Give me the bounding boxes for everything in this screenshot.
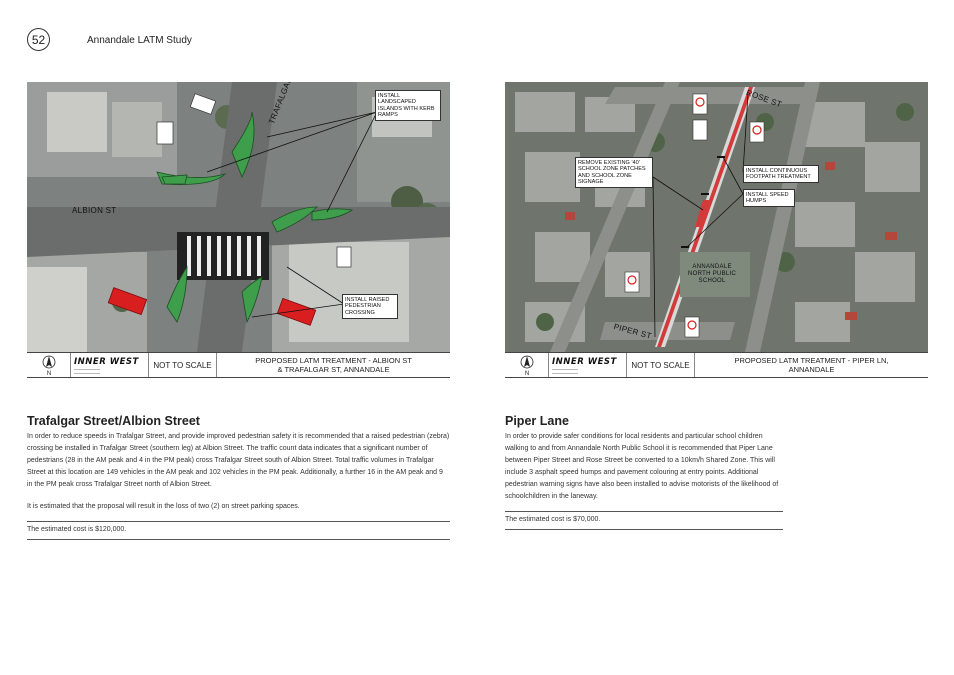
logo-brand-text: INNER WEST [552,356,617,367]
scale-label: NOT TO SCALE [149,353,217,377]
callout-landscaped-islands: INSTALL LANDSCAPED ISLANDS WITH KERB RAM… [375,90,441,122]
north-arrow-icon: N [520,355,533,376]
school-label: ANNANDALE NORTH PUBLIC SCHOOL [688,264,737,284]
callout-continuous-footpath: INSTALL CONTINUOUS FOOTPATH TREATMENT [743,165,819,184]
street-label-albion: ALBION ST [72,206,117,215]
north-label: N [46,371,50,376]
paragraph-trafalgar-2: It is estimated that the proposal will r… [27,503,300,510]
page-number: 52 [27,28,50,51]
document-title: Annandale LATM Study [87,35,192,46]
north-label: N [524,371,528,376]
albion-trafalgar-map: TRAFALGAR ST ALBION ST INSTALL LANDSCAPE… [27,82,450,352]
title-block-albion: N INNER WEST NOT TO SCALE PROPOSED LATM … [27,352,450,378]
scale-label: NOT TO SCALE [627,353,695,377]
left-panel: TRAFALGAR ST ALBION ST INSTALL LANDSCAPE… [27,82,450,540]
piper-lane-map-drawing [505,82,928,352]
cost-trafalgar: The estimated cost is $120,000. [27,521,450,540]
piper-lane-map: ROSE ST PIPER ST REMOVE EXISTING '40' SC… [505,82,928,352]
logo-underline [74,368,100,374]
north-arrow: N [27,353,71,377]
inner-west-logo: INNER WEST [549,353,627,377]
paragraph-piper-1: In order to provide safer conditions for… [505,433,779,500]
right-panel: ROSE ST PIPER ST REMOVE EXISTING '40' SC… [505,82,928,530]
inner-west-logo: INNER WEST [71,353,149,377]
paragraph-trafalgar-1: In order to reduce speeds in Trafalgar S… [27,433,450,488]
logo-brand-text: INNER WEST [74,356,139,367]
callout-raised-crossing: INSTALL RAISED PEDESTRIAN CROSSING [342,294,398,319]
cost-piper: The estimated cost is $70,000. [505,511,783,530]
logo-underline [552,368,578,374]
section-heading-trafalgar-albion: Trafalgar Street/Albion Street [27,414,200,428]
callout-remove-school-zone: REMOVE EXISTING '40' SCHOOL ZONE PATCHES… [575,157,653,189]
title-block-piper: N INNER WEST NOT TO SCALE PROPOSED LATM … [505,352,928,378]
section-heading-piper-lane: Piper Lane [505,414,569,428]
piper-text-block: Piper Lane In order to provide safer con… [505,414,783,530]
drawing-title: PROPOSED LATM TREATMENT - ALBION ST & TR… [255,356,412,374]
north-arrow: N [505,353,549,377]
albion-text-block: Trafalgar Street/Albion Street In order … [27,414,450,540]
north-arrow-icon: N [42,355,55,376]
callout-speed-humps: INSTALL SPEED HUMPS [743,189,795,208]
drawing-title: PROPOSED LATM TREATMENT - PIPER LN, ANNA… [734,356,889,374]
